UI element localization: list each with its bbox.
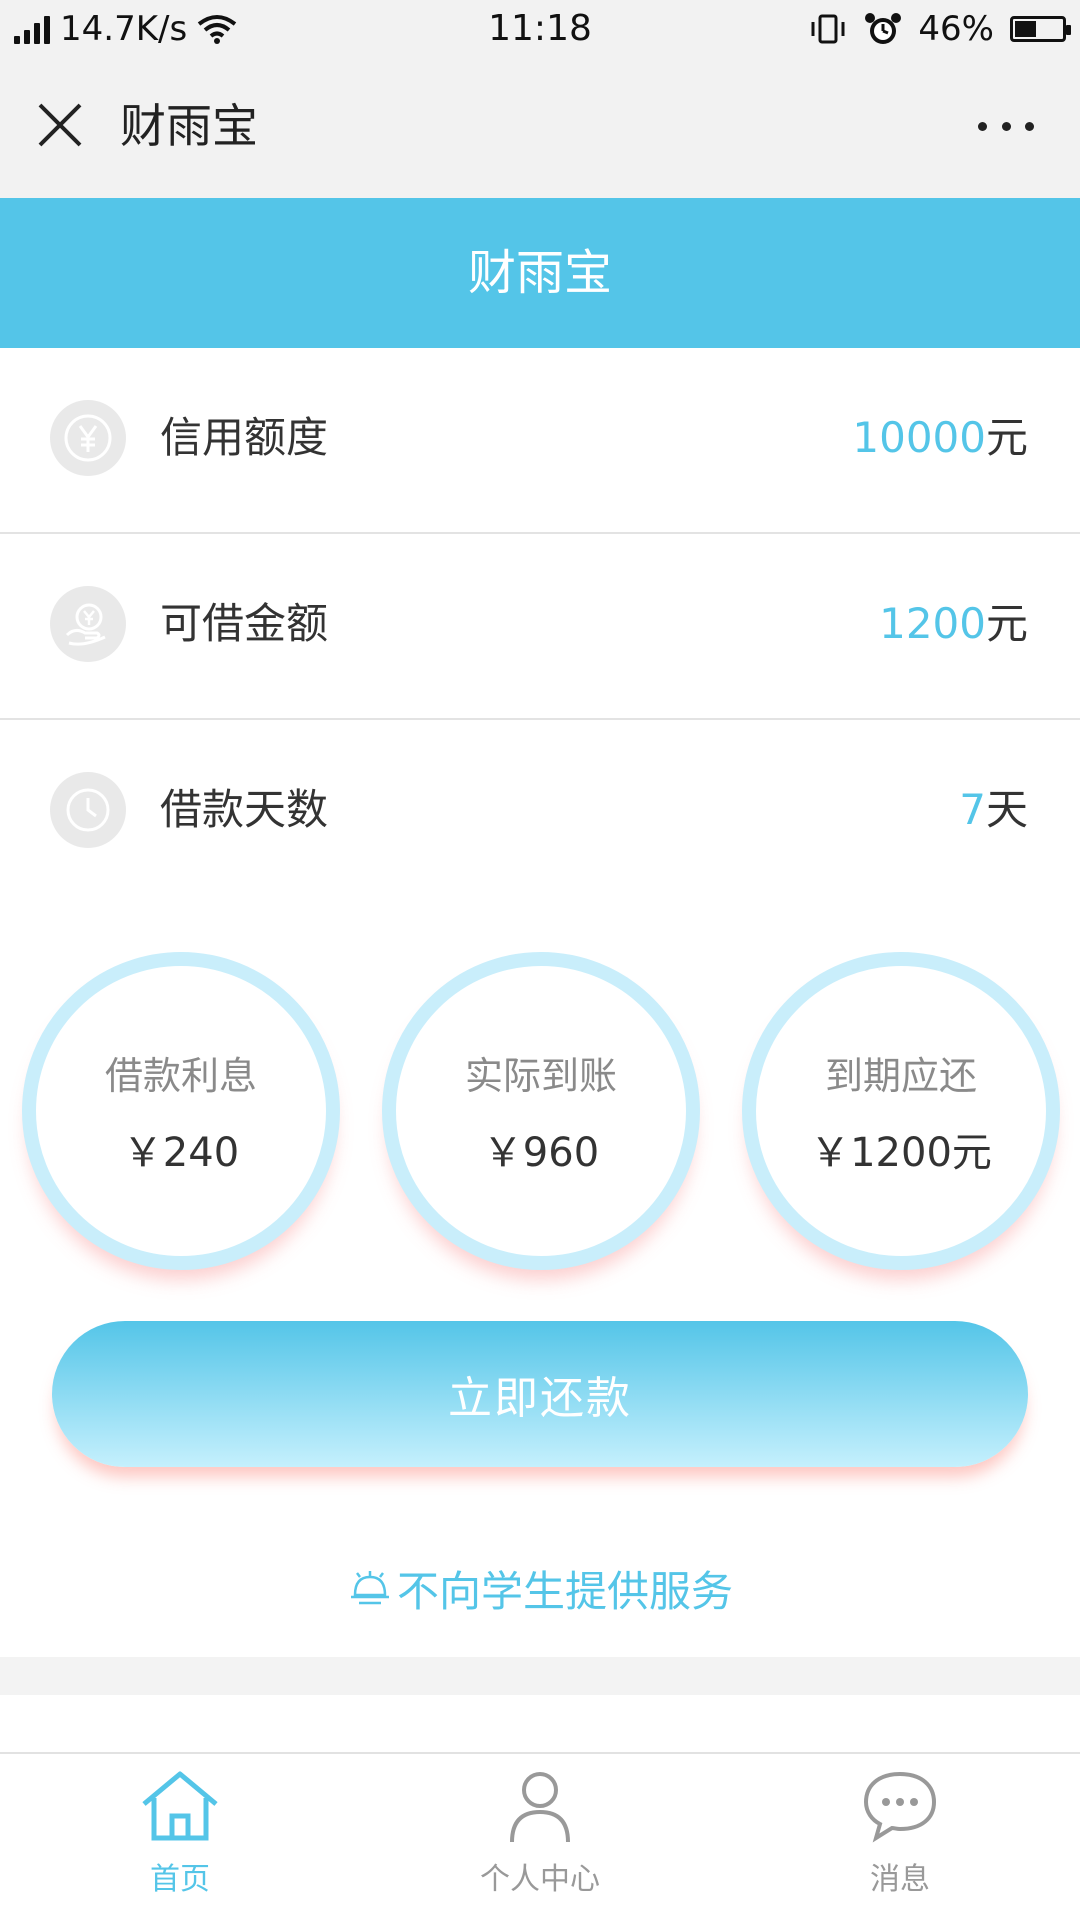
summary-value: ￥960 [482,1129,600,1176]
battery-icon [1010,16,1071,42]
nav-title: 财雨宝 [120,99,258,153]
battery-percent: 46% [918,9,994,49]
yen-coin-icon [50,400,126,476]
row-value: 1200元 [879,599,1028,648]
clock-icon [50,772,126,848]
hand-money-icon [50,586,126,662]
page-title: 财雨宝 [467,245,612,301]
alarm-icon [865,13,902,44]
row-value: 10000元 [852,413,1028,462]
summary-due: 到期应还 ￥1200元 [742,952,1060,1270]
student-notice: 不向学生提供服务 [0,1555,1080,1621]
notice-text: 不向学生提供服务 [396,1566,733,1616]
summary-value: ￥1200元 [810,1129,992,1176]
close-icon[interactable] [30,95,90,155]
summary-label: 借款利息 [104,1053,257,1098]
summary-received: 实际到账 ￥960 [382,952,700,1270]
row-label: 可借金额 [160,599,329,648]
home-icon [142,1771,218,1841]
tab-personal-center[interactable]: 个人中心 [360,1758,720,1918]
summary-label: 到期应还 [824,1053,977,1098]
bell-icon [350,1571,389,1605]
person-icon [510,1772,570,1843]
row-label: 信用额度 [160,413,329,462]
tab-label: 个人中心 [480,1862,600,1897]
vibrate-icon [811,14,845,44]
tab-messages[interactable]: 消息 [720,1758,1080,1918]
summary-value: ￥240 [122,1129,240,1176]
status-right: 46% [808,6,1071,52]
summary-label: 实际到账 [464,1053,617,1098]
tab-home[interactable]: 首页 [0,1758,360,1918]
section-separator [0,1657,1080,1695]
tab-label: 消息 [870,1862,930,1897]
more-icon[interactable] [978,112,1034,140]
chat-bubble-icon [863,1771,937,1843]
tab-label: 首页 [150,1862,210,1897]
row-label: 借款天数 [160,785,329,834]
row-value: 7天 [959,785,1028,834]
repay-now-button[interactable]: 立即还款 [52,1321,1028,1467]
summary-interest: 借款利息 ￥240 [22,952,340,1270]
